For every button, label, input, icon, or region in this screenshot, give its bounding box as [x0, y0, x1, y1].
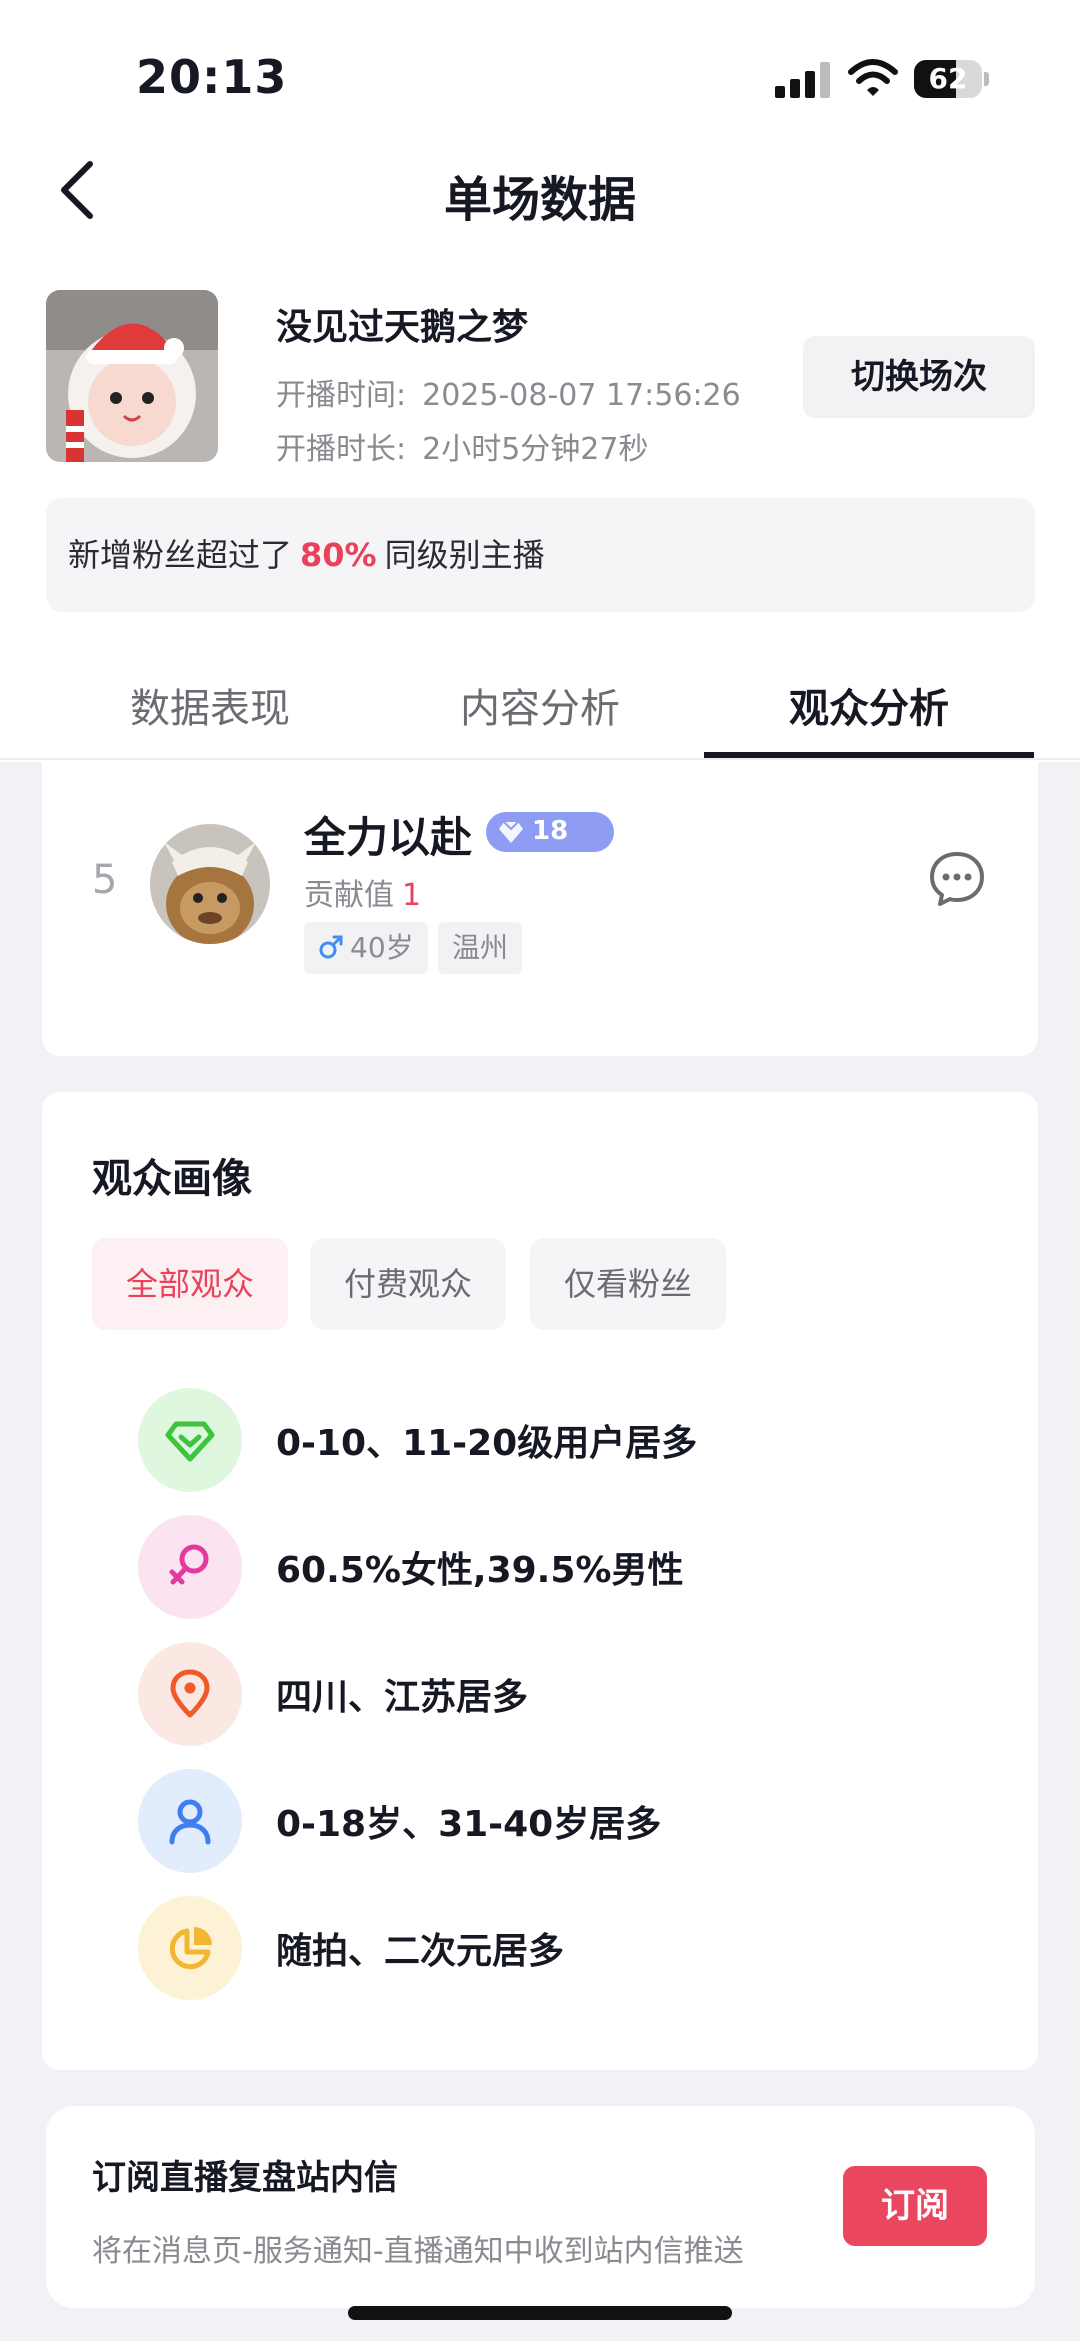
chat-bubble-icon[interactable]: [928, 850, 986, 908]
location-pin-icon: [170, 1669, 210, 1718]
level-badge: 18: [486, 812, 614, 852]
trait-interest-text: 随拍、二次元居多: [276, 1931, 565, 1972]
battery-level: 62: [928, 62, 968, 95]
status-time: 20:13: [136, 50, 288, 104]
trait-region-text: 四川、江苏居多: [276, 1677, 529, 1718]
analysis-tabs: 数据表现 内容分析 观众分析: [0, 650, 1080, 760]
portrait-title: 观众画像: [92, 1156, 252, 1202]
filter-all-viewers[interactable]: 全部观众: [92, 1238, 288, 1330]
comparison-percent: 80%: [300, 536, 377, 574]
trait-region: 四川、江苏居多: [138, 1642, 998, 1746]
age-value: 40岁: [350, 931, 414, 964]
trait-region-icon-bg: [138, 1642, 242, 1746]
cellular-signal-icon: [775, 62, 830, 98]
city-tag: 温州: [438, 922, 523, 974]
subscribe-button[interactable]: 订阅: [843, 2166, 987, 2246]
pie-chart-icon: [169, 1927, 212, 1970]
duration-value: 2小时5分钟27秒: [422, 432, 649, 467]
trait-age: 0-18岁、31-40岁居多: [138, 1769, 998, 1873]
age-tag: 40岁: [304, 922, 428, 974]
filter-fans-only[interactable]: 仅看粉丝: [530, 1238, 726, 1330]
duration-label: 开播时长:: [276, 432, 407, 467]
switch-session-button[interactable]: 切换场次: [803, 336, 1035, 418]
diamond-level-icon: [165, 1421, 215, 1462]
fan-growth-comparison: 新增粉丝超过了 80% 同级别主播: [46, 498, 1035, 612]
tab-data-performance[interactable]: 数据表现: [60, 676, 360, 734]
subscribe-description: 将在消息页-服务通知-直播通知中收到站内信推送: [92, 2234, 744, 2269]
subscribe-card: 订阅直播复盘站内信 将在消息页-服务通知-直播通知中收到站内信推送 订阅: [46, 2106, 1035, 2308]
home-indicator: [348, 2306, 732, 2320]
rank-number: 5: [92, 857, 118, 903]
streamer-name: 没见过天鹅之梦: [276, 307, 529, 348]
male-gender-icon: [319, 935, 343, 959]
tab-audience-analysis[interactable]: 观众分析: [719, 676, 1019, 734]
viewer-name: 全力以赴: [304, 813, 473, 862]
start-time: 开播时间: 2025-08-07 17:56:26: [276, 370, 741, 414]
subscribe-title: 订阅直播复盘站内信: [92, 2158, 398, 2198]
trait-interest: 随拍、二次元居多: [138, 1896, 998, 2000]
tab-content-analysis[interactable]: 内容分析: [390, 676, 690, 734]
comparison-prefix: 新增粉丝超过了: [68, 536, 293, 574]
active-tab-indicator: [704, 752, 1034, 758]
battery-icon: 62: [914, 60, 989, 98]
trait-gender-icon-bg: [138, 1515, 242, 1619]
audience-portrait-card: 观众画像 全部观众 付费观众 仅看粉丝 0-10、11-20级用户居多 60.5…: [42, 1092, 1038, 2070]
trait-gender-text: 60.5%女性,39.5%男性: [276, 1550, 684, 1591]
trait-interest-icon-bg: [138, 1896, 242, 2000]
trait-level: 0-10、11-20级用户居多: [138, 1388, 998, 1492]
contribution-label: 贡献值: [304, 878, 394, 913]
wifi-icon: [848, 59, 898, 96]
start-time-value: 2025-08-07 17:56:26: [422, 378, 741, 413]
page-title: 单场数据: [443, 172, 636, 228]
trait-age-text: 0-18岁、31-40岁居多: [276, 1804, 662, 1845]
start-time-label: 开播时间:: [276, 378, 407, 413]
stream-cover-image: [46, 290, 218, 462]
stream-duration: 开播时长: 2小时5分钟27秒: [276, 424, 648, 468]
female-gender-icon: [169, 1544, 209, 1585]
contribution-value: 1: [402, 878, 422, 913]
person-age-icon: [169, 1799, 211, 1845]
comparison-suffix: 同级别主播: [384, 536, 545, 574]
contribution: 贡献值 1: [304, 870, 421, 914]
nav-bar: 单场数据: [0, 130, 1080, 250]
filter-paid-viewers[interactable]: 付费观众: [310, 1238, 506, 1330]
trait-level-icon-bg: [138, 1388, 242, 1492]
trait-age-icon-bg: [138, 1769, 242, 1873]
trait-level-text: 0-10、11-20级用户居多: [276, 1423, 698, 1464]
status-bar: 20:13 62: [0, 0, 1080, 130]
avatar[interactable]: [150, 824, 270, 944]
viewer-rank-card: 5 全力以赴 18 贡献值 1 40岁 温州: [42, 762, 1038, 1056]
trait-gender: 60.5%女性,39.5%男性: [138, 1515, 998, 1619]
level-number: 18: [532, 816, 569, 846]
gem-icon: [499, 821, 523, 843]
